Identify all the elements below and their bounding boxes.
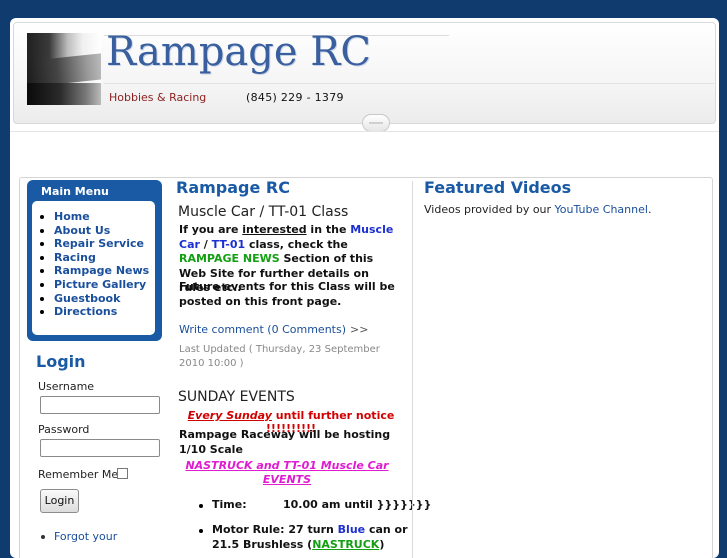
site-tagline: Hobbies & Racing	[109, 91, 207, 104]
menu-item-repair-service[interactable]: Repair Service	[39, 237, 149, 251]
tt01-text: TT-01	[211, 237, 246, 251]
center-heading: Rampage RC	[176, 178, 290, 197]
article-title: Muscle Car / TT-01 Class	[178, 204, 349, 220]
blue-can-text: Blue	[337, 523, 366, 536]
youtube-channel-link[interactable]: YouTube Channel	[555, 203, 648, 216]
text-fragment: class, check the	[245, 237, 348, 251]
password-label: Password	[38, 423, 90, 436]
time-list-item: Time: 10.00 am until }}}}}}}	[198, 498, 431, 513]
text-fragment: 27 turn	[288, 523, 338, 536]
main-menu-list-panel: Home About Us Repair Service Racing Ramp…	[32, 201, 155, 335]
featured-videos-text: Videos provided by our YouTube Channel.	[424, 203, 651, 216]
time-label: Time:	[212, 498, 247, 511]
text-fragment: interested	[242, 223, 307, 236]
nastruck-events-text: NASTRUCK and TT-01 Muscle Car EVENTS	[185, 459, 389, 486]
logo-image	[27, 33, 101, 105]
text-fragment: Videos provided by our	[424, 203, 555, 216]
menu-item-directions[interactable]: Directions	[39, 305, 149, 319]
text-fragment: If you are	[179, 223, 243, 236]
site-title[interactable]: Rampage RC	[106, 29, 371, 75]
motor-label: Motor Rule:	[212, 523, 285, 536]
site-header: Rampage RC Hobbies & Racing (845) 229 - …	[13, 22, 716, 124]
forgot-password-link[interactable]: Forgot your	[40, 530, 117, 543]
write-comment-label[interactable]: Write comment (0 Comments)	[179, 323, 346, 336]
login-button[interactable]: Login	[40, 489, 79, 513]
menu-item-about-us[interactable]: About Us	[39, 224, 149, 238]
password-input[interactable]	[40, 439, 160, 457]
main-menu-list: Home About Us Repair Service Racing Ramp…	[32, 210, 149, 319]
remember-me-checkbox[interactable]	[117, 468, 128, 479]
header-band	[104, 83, 714, 84]
username-input[interactable]	[40, 396, 160, 414]
menu-item-racing[interactable]: Racing	[39, 251, 149, 265]
header-divider	[10, 131, 719, 132]
main-menu-title: Main Menu	[41, 185, 109, 198]
article-title: SUNDAY EVENTS	[178, 389, 295, 405]
nastruck-text: NASTRUCK	[312, 537, 380, 551]
text-fragment: .	[647, 203, 652, 216]
hosting-paragraph: Rampage Raceway will be hosting 1/10 Sca…	[179, 428, 391, 456]
page-container: Rampage RC Hobbies & Racing (845) 229 - …	[10, 18, 719, 558]
username-label: Username	[38, 380, 95, 393]
column-separator	[412, 181, 413, 558]
header-toggle-button[interactable]	[362, 114, 390, 132]
text-fragment: /	[199, 237, 212, 251]
last-updated: Last Updated ( Thursday, 23 September 20…	[179, 344, 380, 369]
menu-item-home[interactable]: Home	[39, 210, 149, 224]
time-value: 10.00 am until }}}}}}}	[283, 498, 432, 511]
featured-videos-title: Featured Videos	[424, 178, 572, 197]
login-title: Login	[36, 352, 86, 371]
arrow-icon: >>	[350, 323, 369, 336]
every-sunday-text: Every Sunday	[187, 409, 272, 422]
main-menu: Main Menu Home About Us Repair Service R…	[27, 180, 162, 341]
rampage-news-text: RAMPAGE NEWS	[179, 252, 280, 266]
article-paragraph: Future events for this Class will be pos…	[179, 280, 395, 308]
text-fragment: in the	[306, 223, 351, 236]
write-comment-link[interactable]: Write comment (0 Comments) >>	[179, 323, 368, 336]
menu-item-guestbook[interactable]: Guestbook	[39, 292, 149, 306]
motor-rule-list-item: Motor Rule: 27 turn Blue can or 21.5 Bru…	[198, 523, 422, 552]
menu-item-picture-gallery[interactable]: Picture Gallery	[39, 278, 149, 292]
text-fragment: )	[379, 537, 385, 551]
remember-me-label: Remember Me	[38, 468, 119, 481]
menu-item-rampage-news[interactable]: Rampage News	[39, 264, 149, 278]
phone-number: (845) 229 - 1379	[246, 91, 344, 104]
